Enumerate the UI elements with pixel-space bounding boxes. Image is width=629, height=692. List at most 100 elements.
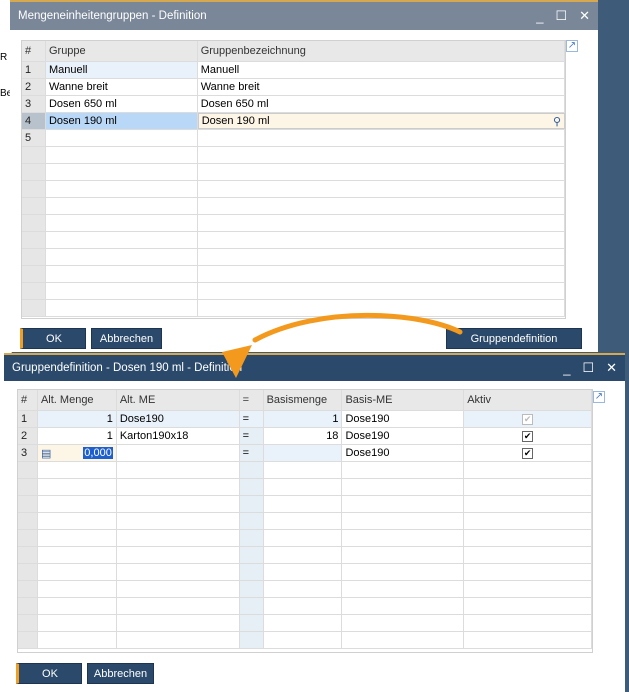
alt-quantity-cell[interactable]: [38, 564, 117, 580]
base-uom-cell[interactable]: [342, 632, 465, 648]
base-quantity-cell[interactable]: 1: [263, 411, 343, 427]
table-row[interactable]: [18, 462, 592, 479]
table-row[interactable]: [22, 300, 565, 317]
table-row[interactable]: [18, 564, 592, 581]
table-row[interactable]: [22, 249, 565, 266]
cancel-button[interactable]: Abbrechen: [87, 663, 154, 684]
active-cell[interactable]: [464, 530, 592, 546]
base-uom-cell[interactable]: [342, 615, 465, 631]
active-cell[interactable]: ✔: [464, 428, 592, 444]
gruppenbezeichnung-cell[interactable]: [198, 283, 565, 299]
expand-icon[interactable]: ↗: [566, 40, 578, 52]
alt-uom-cell[interactable]: [117, 564, 240, 580]
column-header[interactable]: Alt. ME: [116, 390, 240, 410]
alt-quantity-cell[interactable]: [38, 496, 117, 512]
alt-uom-cell[interactable]: [117, 513, 240, 529]
column-header[interactable]: #: [22, 41, 46, 61]
alt-quantity-cell[interactable]: [38, 547, 117, 563]
minimize-icon[interactable]: _: [536, 9, 543, 24]
base-quantity-cell[interactable]: [263, 445, 343, 461]
table-row[interactable]: [18, 496, 592, 513]
maximize-icon[interactable]: ☐: [555, 8, 567, 24]
gruppenbezeichnung-cell[interactable]: [198, 164, 565, 180]
minimize-icon[interactable]: _: [563, 361, 570, 376]
equals-cell[interactable]: [239, 479, 264, 495]
equals-cell[interactable]: =: [239, 428, 264, 444]
base-uom-cell[interactable]: [342, 598, 465, 614]
close-icon[interactable]: ✕: [579, 8, 590, 24]
active-cell[interactable]: [464, 479, 592, 495]
base-uom-cell[interactable]: [342, 581, 465, 597]
gruppenbezeichnung-cell[interactable]: Manuell: [198, 62, 565, 78]
equals-cell[interactable]: [239, 530, 264, 546]
base-quantity-cell[interactable]: [264, 547, 343, 563]
equals-cell[interactable]: =: [239, 445, 264, 461]
table-row[interactable]: 2 1 Karton190x18 = 18 Dose190 ✔: [18, 428, 592, 445]
gruppenbezeichnung-cell[interactable]: Dosen 650 ml: [198, 96, 565, 112]
base-quantity-cell[interactable]: [264, 496, 343, 512]
base-uom-cell[interactable]: Dose190: [342, 428, 465, 444]
active-checkbox[interactable]: ✔: [522, 430, 534, 442]
alt-uom-cell[interactable]: Dose190: [116, 411, 240, 427]
table-row[interactable]: [18, 632, 592, 649]
gruppenbezeichnung-cell[interactable]: [198, 198, 565, 214]
alt-quantity-cell[interactable]: [38, 530, 117, 546]
gruppe-cell[interactable]: Dosen 190 ml: [45, 113, 198, 129]
table-row[interactable]: [22, 215, 565, 232]
active-cell[interactable]: [464, 615, 592, 631]
gruppe-cell[interactable]: [46, 266, 198, 282]
active-cell[interactable]: [464, 564, 592, 580]
base-quantity-cell[interactable]: [264, 479, 343, 495]
table-row[interactable]: 2 Wanne breit Wanne breit: [22, 79, 565, 96]
active-checkbox[interactable]: ✔: [522, 447, 534, 459]
active-cell[interactable]: [464, 513, 592, 529]
equals-cell[interactable]: [239, 513, 264, 529]
base-uom-cell[interactable]: [342, 496, 465, 512]
close-icon[interactable]: ✕: [606, 360, 617, 376]
gruppe-cell[interactable]: [46, 283, 198, 299]
base-quantity-cell[interactable]: [264, 530, 343, 546]
alt-uom-cell[interactable]: [117, 581, 240, 597]
table-row[interactable]: 5: [22, 130, 565, 147]
table-row[interactable]: [22, 232, 565, 249]
alt-uom-cell[interactable]: [117, 598, 240, 614]
alt-quantity-cell[interactable]: ▤ 0,000: [37, 445, 117, 461]
gruppenbezeichnung-cell[interactable]: [198, 266, 565, 282]
alt-quantity-cell[interactable]: [38, 615, 117, 631]
alt-uom-cell[interactable]: [117, 496, 240, 512]
header-row[interactable]: # Alt. Menge Alt. ME = Basismenge Basis-ME Akt…: [18, 390, 592, 411]
equals-cell[interactable]: [239, 581, 264, 597]
alt-quantity-cell[interactable]: [38, 598, 117, 614]
group-definition-button[interactable]: Gruppendefinition: [446, 328, 582, 349]
calculator-icon[interactable]: ▤: [41, 447, 51, 460]
equals-cell[interactable]: [239, 564, 264, 580]
table-row[interactable]: [18, 479, 592, 496]
gruppenbezeichnung-cell[interactable]: [198, 300, 565, 316]
gruppe-cell[interactable]: [46, 300, 198, 316]
table-row[interactable]: [22, 266, 565, 283]
active-cell[interactable]: [464, 598, 592, 614]
quantity-input[interactable]: 0,000: [83, 447, 113, 459]
gruppenbezeichnung-cell[interactable]: [198, 130, 565, 146]
table-row[interactable]: [18, 530, 592, 547]
column-header[interactable]: =: [239, 390, 264, 410]
active-cell[interactable]: [464, 496, 592, 512]
column-header[interactable]: Gruppenbezeichnung: [197, 41, 565, 61]
alt-quantity-cell[interactable]: [38, 462, 117, 478]
gruppenbezeichnung-cell[interactable]: [198, 147, 565, 163]
alt-uom-cell[interactable]: [117, 530, 240, 546]
base-uom-cell[interactable]: [342, 479, 465, 495]
base-uom-cell[interactable]: Dose190: [342, 445, 465, 461]
gruppe-cell[interactable]: [46, 249, 198, 265]
active-cell[interactable]: [464, 581, 592, 597]
equals-cell[interactable]: [239, 496, 264, 512]
base-uom-cell[interactable]: Dose190: [342, 411, 465, 427]
alt-uom-cell[interactable]: [117, 632, 240, 648]
equals-cell[interactable]: [239, 462, 264, 478]
search-icon[interactable]: ⚲: [553, 115, 561, 128]
equals-cell[interactable]: [239, 615, 264, 631]
gruppenbezeichnung-cell[interactable]: Wanne breit: [198, 79, 565, 95]
ok-button[interactable]: OK: [16, 663, 82, 684]
table-row[interactable]: [18, 513, 592, 530]
active-cell[interactable]: [464, 632, 592, 648]
